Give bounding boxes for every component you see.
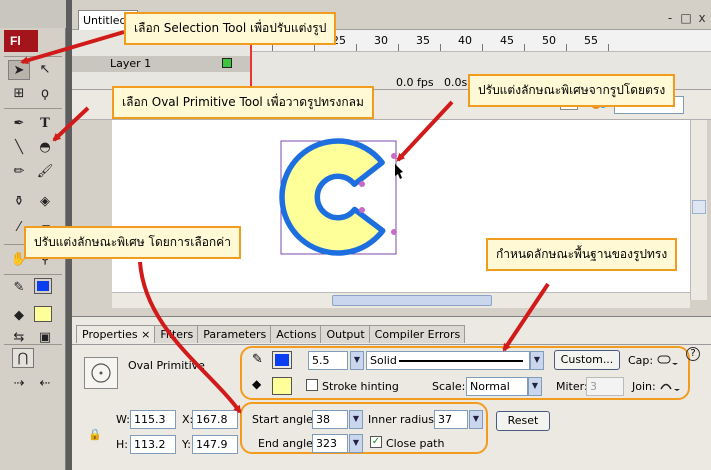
arrow-to-angle-fields [138, 261, 242, 414]
arrow-to-shape [396, 100, 454, 162]
callout-direct-edit: ปรับแต่งลักษณะพิเศษจากรูปโดยตรง [468, 74, 676, 107]
callout-selection-tool: เลือก Selection Tool เพื่อปรับแต่งรูป [124, 12, 337, 45]
arrow-to-selection-tool [20, 30, 125, 65]
arrow-to-oval-tool [52, 106, 90, 142]
callout-select-values: ปรับแต่งลักษณะพิเศษ โดยการเลือกค่า [24, 226, 241, 259]
callout-basic-props: กำหนดลักษณะพื้นฐานของรูปทรง [486, 238, 678, 271]
callout-oval-tool: เลือก Oval Primitive Tool เพื่อวาดรูปทรง… [112, 86, 374, 119]
arrow-to-basic-properties [502, 282, 550, 352]
